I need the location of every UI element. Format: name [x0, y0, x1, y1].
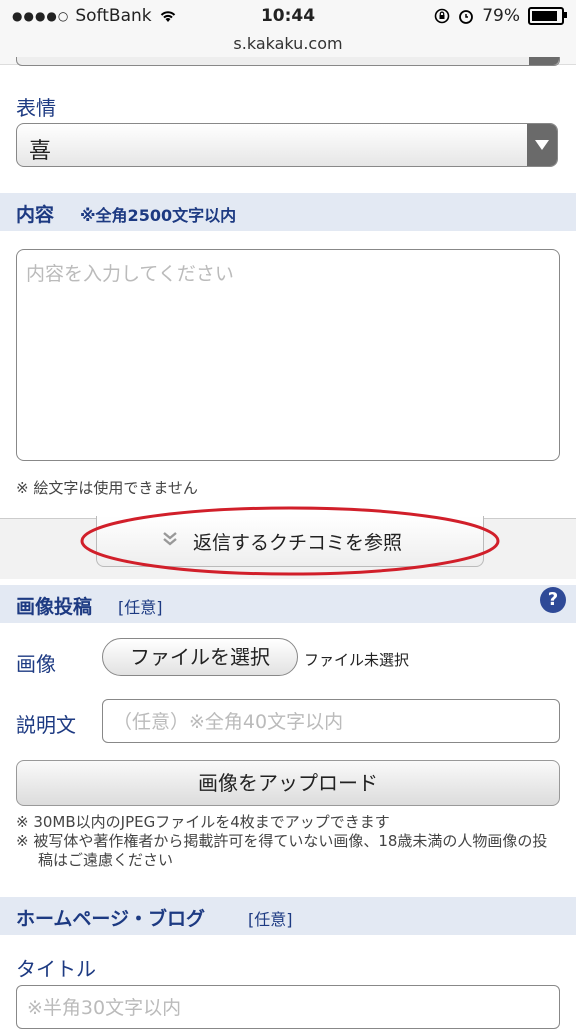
content-placeholder: 内容を入力してください	[26, 263, 234, 285]
file-status: ファイル未選択	[304, 651, 410, 669]
homepage-section-header: ホームページ・ブログ [任意]	[0, 897, 576, 935]
image-label: 画像	[16, 652, 56, 676]
homepage-title-placeholder: ※半角30文字以内	[27, 997, 182, 1019]
image-post-section-header: 画像投稿 [任意]	[0, 585, 576, 623]
expression-value: 喜	[29, 139, 52, 164]
expression-label: 表情	[16, 96, 56, 120]
reply-button-label: 返信するクチコミを参照	[193, 532, 403, 554]
alarm-icon	[459, 10, 474, 24]
rotation-lock-icon	[434, 8, 450, 24]
upload-image-button[interactable]: 画像をアップロード	[16, 760, 560, 806]
description-label: 説明文	[16, 713, 76, 737]
help-icon[interactable]: ?	[540, 587, 566, 613]
content-limit-note: ※全角2500文字以内	[80, 206, 237, 225]
dropdown-arrow-icon	[527, 124, 557, 166]
battery-percent: 79%	[482, 6, 520, 26]
battery-icon	[528, 7, 567, 25]
content-textarea[interactable]: 内容を入力してください	[16, 249, 560, 461]
description-input[interactable]: （任意）※全角40文字以内	[102, 699, 560, 743]
title-label: タイトル	[16, 957, 96, 981]
status-bar: ●●●●○ SoftBank 10:44 79% s.kakaku.com	[0, 0, 576, 65]
image-post-title: 画像投稿	[16, 596, 93, 618]
content-section-header: 内容 ※全角2500文字以内	[0, 193, 576, 231]
reply-reference-button[interactable]: 返信するクチコミを参照	[96, 516, 484, 567]
double-chevron-down-icon	[163, 532, 177, 546]
homepage-title: ホームページ・ブログ	[16, 908, 206, 930]
content-title: 内容	[16, 204, 55, 226]
choose-file-button[interactable]: ファイルを選択	[102, 638, 298, 676]
upload-note-1: ※ 30MB以内のJPEGファイルを4枚までアップできます	[16, 813, 390, 831]
upload-notes: ※ 30MB以内のJPEGファイルを4枚までアップできます ※ 被写体や著作権者…	[16, 813, 561, 870]
description-placeholder: （任意）※全角40文字以内	[113, 711, 344, 733]
upload-note-2: ※ 被写体や著作権者から掲載許可を得ていない画像、18歳未満の人物画像の投稿はご…	[16, 832, 548, 869]
homepage-title-input[interactable]: ※半角30文字以内	[16, 985, 560, 1029]
homepage-optional: [任意]	[248, 910, 293, 929]
previous-select[interactable]	[16, 57, 560, 66]
expression-select[interactable]: 喜	[16, 123, 558, 167]
image-post-optional: [任意]	[118, 598, 163, 617]
emoji-note: ※ 絵文字は使用できません	[16, 479, 198, 497]
url-bar[interactable]: s.kakaku.com	[0, 34, 576, 53]
